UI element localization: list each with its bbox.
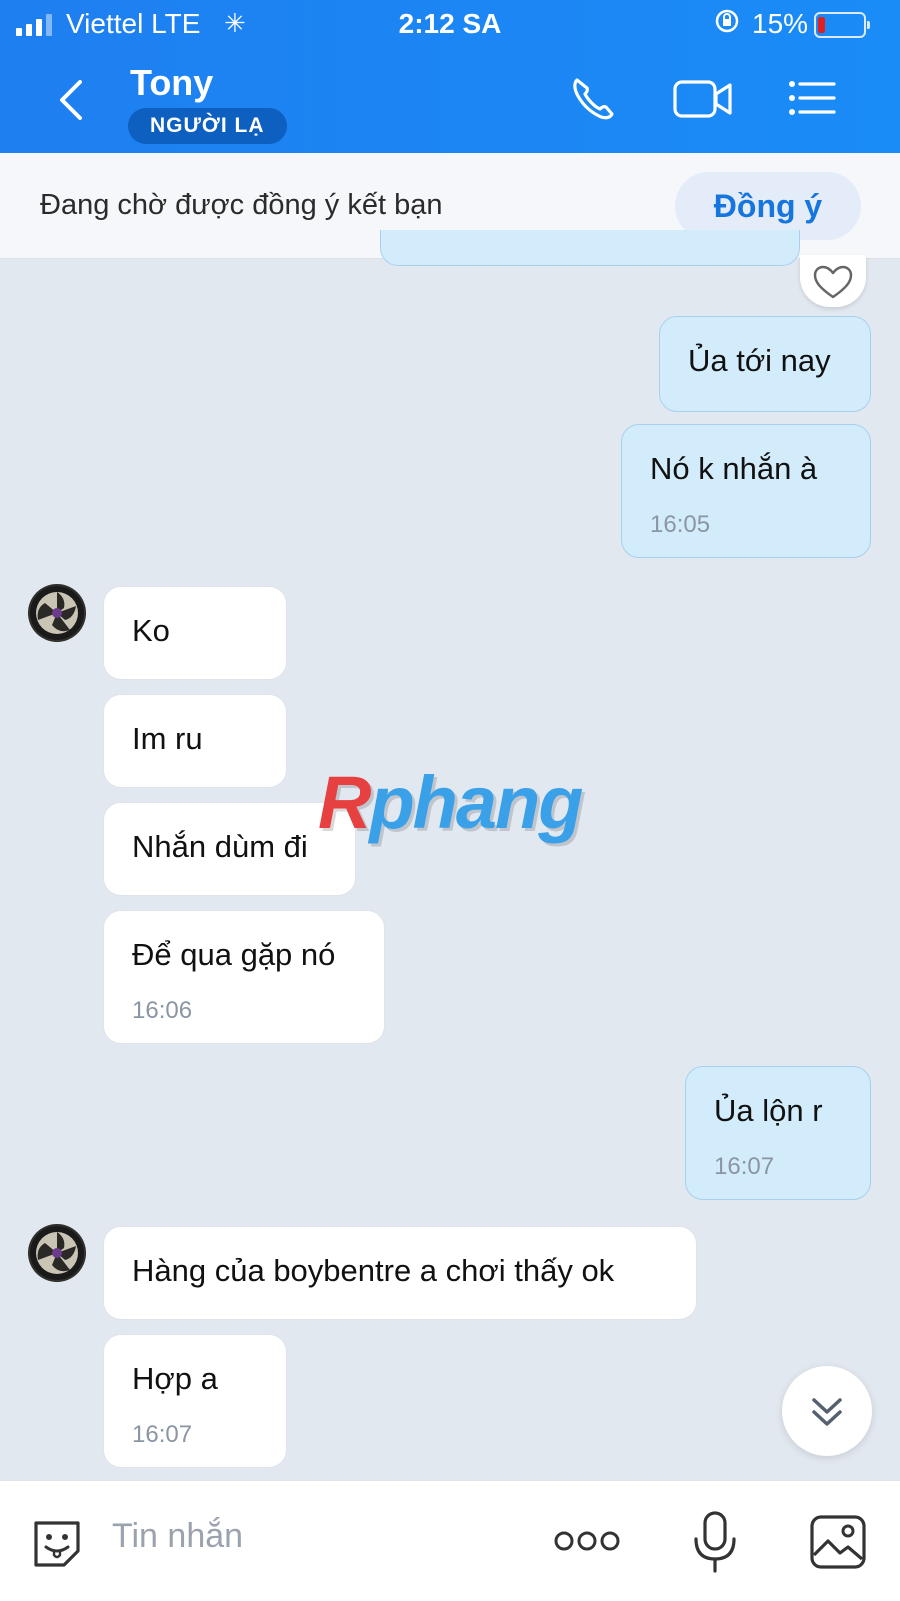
- scroll-down-icon: [812, 1398, 842, 1426]
- previous-message-bubble[interactable]: [380, 230, 800, 266]
- avatar[interactable]: [28, 1224, 86, 1282]
- message-time: 16:05: [650, 511, 711, 538]
- message-text: Ủa lộn r: [714, 1093, 823, 1128]
- message-time: 16:07: [714, 1153, 775, 1180]
- avatar[interactable]: [28, 584, 86, 642]
- sticker-icon[interactable]: [28, 1515, 86, 1573]
- message-text: Ủa tới nay: [688, 343, 831, 378]
- wheel-avatar-image: [30, 586, 84, 640]
- top-bar: Viettel LTE ✳ 2:12 SA 15% Tony NGƯỜI LẠ: [0, 0, 900, 153]
- contact-name[interactable]: Tony: [130, 62, 213, 104]
- message-bubble-outgoing[interactable]: Nó k nhắn à 16:05: [621, 424, 871, 558]
- message-bubble-incoming[interactable]: Hợp a 16:07: [103, 1334, 287, 1468]
- message-bubble-incoming[interactable]: Hàng của boybentre a chơi thấy ok: [103, 1226, 697, 1320]
- friend-request-text: Đang chờ được đồng ý kết bạn: [40, 189, 443, 221]
- message-bubble-incoming[interactable]: Ko: [103, 586, 287, 680]
- video-call-icon[interactable]: [672, 74, 734, 122]
- message-text: Hợp a: [132, 1361, 218, 1396]
- message-input[interactable]: Tin nhắn: [112, 1517, 243, 1556]
- microphone-icon[interactable]: [690, 1509, 740, 1575]
- scroll-to-bottom-button[interactable]: [782, 1366, 872, 1456]
- wheel-avatar-image: [30, 1226, 84, 1280]
- message-text: Để qua gặp nó: [132, 937, 336, 972]
- menu-icon[interactable]: [786, 74, 836, 122]
- back-icon[interactable]: [52, 78, 92, 122]
- stranger-badge: NGƯỜI LẠ: [128, 108, 287, 144]
- image-icon[interactable]: [808, 1513, 868, 1571]
- message-bubble-outgoing[interactable]: Ủa lộn r 16:07: [685, 1066, 871, 1200]
- message-text: Nó k nhắn à: [650, 451, 818, 486]
- status-bar: Viettel LTE ✳ 2:12 SA 15%: [0, 0, 900, 50]
- message-text: Hàng của boybentre a chơi thấy ok: [132, 1253, 615, 1288]
- more-icon[interactable]: [552, 1529, 622, 1553]
- watermark-logo: Rphang: [318, 760, 583, 845]
- battery-percent: 15%: [752, 8, 809, 39]
- message-text: Ko: [132, 613, 170, 648]
- phone-icon[interactable]: [568, 74, 618, 122]
- message-composer: Tin nhắn: [0, 1480, 900, 1601]
- watermark-letter: R: [318, 761, 371, 844]
- message-bubble-outgoing[interactable]: Ủa tới nay: [659, 316, 871, 412]
- rotation-lock-icon: [715, 9, 739, 33]
- message-time: 16:07: [132, 1421, 193, 1448]
- message-bubble-incoming[interactable]: Để qua gặp nó 16:06: [103, 910, 385, 1044]
- message-text: Nhắn dùm đi: [132, 829, 308, 864]
- message-text: Im ru: [132, 721, 203, 756]
- heart-icon: [813, 265, 853, 299]
- watermark-text: phang: [369, 761, 583, 844]
- message-time: 16:06: [132, 997, 193, 1024]
- battery-icon: [814, 12, 870, 38]
- message-bubble-incoming[interactable]: Im ru: [103, 694, 287, 788]
- react-button[interactable]: [800, 255, 866, 307]
